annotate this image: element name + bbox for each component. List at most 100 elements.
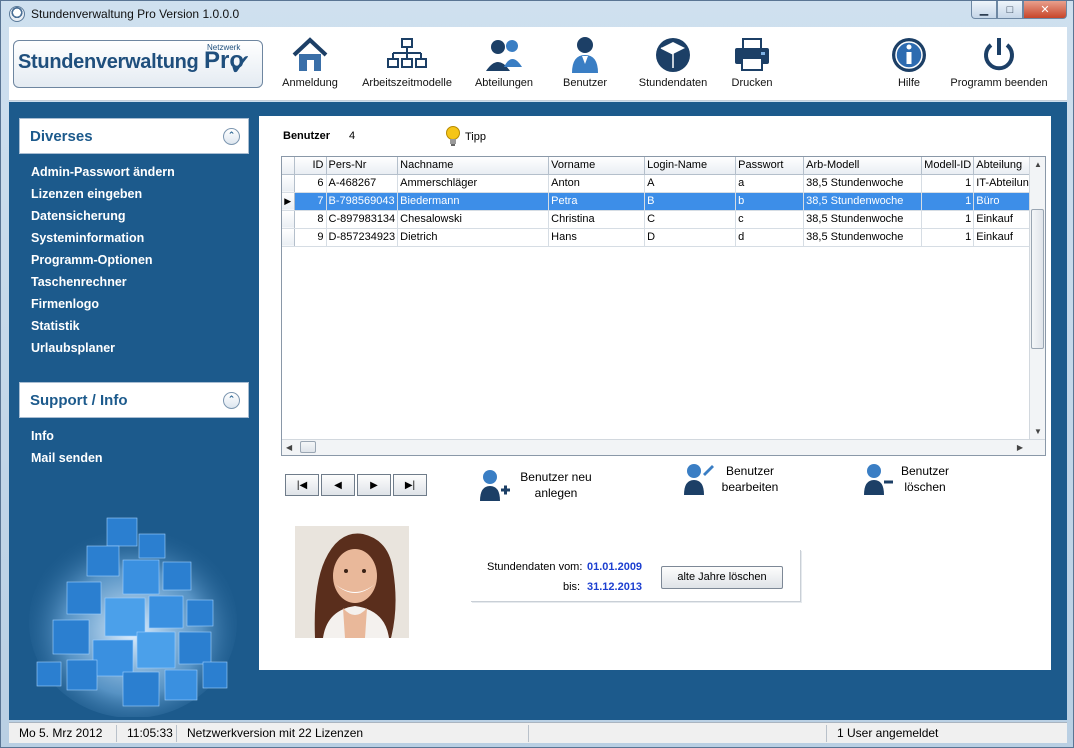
cell-modell-id[interactable]: 1: [921, 228, 975, 247]
collapse-chevron-icon[interactable]: ⌃: [223, 128, 240, 145]
app-clock-icon[interactable]: [9, 6, 25, 22]
scroll-left-icon[interactable]: ◀: [286, 443, 292, 452]
cell-arb-modell[interactable]: 38,5 Stundenwoche: [803, 210, 923, 229]
menu-item-lizenzen[interactable]: Lizenzen eingeben: [31, 183, 175, 205]
cell-login-name[interactable]: C: [644, 210, 737, 229]
cell-abteilung[interactable]: Einkauf: [973, 228, 1038, 247]
menu-item-taschenrechner[interactable]: Taschenrechner: [31, 271, 175, 293]
col-header-abteilung[interactable]: Abteilung: [973, 157, 1038, 175]
vertical-scrollbar[interactable]: ▲ ▼: [1029, 157, 1045, 439]
col-header-modell-id[interactable]: Modell-ID: [921, 157, 975, 175]
cell-arb-modell[interactable]: 38,5 Stundenwoche: [803, 228, 923, 247]
panel-header-support[interactable]: Support / Info ⌃: [19, 382, 249, 418]
menu-item-info[interactable]: Info: [31, 425, 103, 447]
table-row[interactable]: 9 D-857234923 Dietrich Hans D d 38,5 Stu…: [282, 228, 1038, 247]
toolbar-programm-beenden[interactable]: Programm beenden: [949, 35, 1049, 89]
cell-passwort[interactable]: c: [735, 210, 805, 229]
cell-passwort[interactable]: b: [735, 192, 805, 211]
toolbar-benutzer[interactable]: Benutzer: [554, 35, 616, 89]
cell-arb-modell[interactable]: 38,5 Stundenwoche: [803, 174, 923, 193]
row-header[interactable]: [282, 210, 295, 229]
minimize-button[interactable]: ▁: [971, 1, 997, 19]
menu-item-firmenlogo[interactable]: Firmenlogo: [31, 293, 175, 315]
col-header-id[interactable]: ID: [294, 157, 327, 175]
status-date: Mo 5. Mrz 2012: [9, 725, 117, 742]
menu-item-datensicherung[interactable]: Datensicherung: [31, 205, 175, 227]
new-user-button[interactable]: Benutzer neu anlegen: [479, 468, 601, 502]
cell-vorname[interactable]: Anton: [548, 174, 646, 193]
cell-passwort[interactable]: d: [735, 228, 805, 247]
col-header-arb-modell[interactable]: Arb-Modell: [803, 157, 923, 175]
cell-pers-nr[interactable]: C-897983134: [326, 210, 399, 229]
cell-passwort[interactable]: a: [735, 174, 805, 193]
col-header-vorname[interactable]: Vorname: [548, 157, 646, 175]
menu-item-urlaubsplaner[interactable]: Urlaubsplaner: [31, 337, 175, 359]
first-record-button[interactable]: |◀: [285, 474, 319, 496]
toolbar-stundendaten[interactable]: Stundendaten: [631, 35, 715, 89]
menu-item-programm-optionen[interactable]: Programm-Optionen: [31, 249, 175, 271]
delete-old-years-button[interactable]: alte Jahre löschen: [661, 566, 783, 589]
horizontal-scroll-thumb[interactable]: [300, 441, 316, 453]
cell-id[interactable]: 7: [294, 192, 327, 211]
cell-id[interactable]: 8: [294, 210, 327, 229]
table-row-selected[interactable]: ▶ 7 B-798569043 Biedermann Petra B b 38,…: [282, 192, 1038, 211]
toolbar-abteilungen[interactable]: Abteilungen: [469, 35, 539, 89]
cell-nachname[interactable]: Chesalowski: [397, 210, 550, 229]
menu-item-admin-passwort[interactable]: Admin-Passwort ändern: [31, 161, 175, 183]
delete-user-button[interactable]: Benutzer löschen: [863, 462, 955, 496]
col-header-pers-nr[interactable]: Pers-Nr: [326, 157, 399, 175]
tipp-link[interactable]: Tipp: [445, 126, 486, 148]
collapse-chevron-icon[interactable]: ⌃: [223, 392, 240, 409]
cell-vorname[interactable]: Petra: [548, 192, 646, 211]
cell-abteilung[interactable]: IT-Abteilung: [973, 174, 1038, 193]
scroll-up-icon[interactable]: ▲: [1034, 160, 1042, 169]
cell-modell-id[interactable]: 1: [921, 210, 975, 229]
vertical-scroll-thumb[interactable]: [1031, 209, 1044, 349]
cell-nachname[interactable]: Biedermann: [397, 192, 550, 211]
cell-login-name[interactable]: B: [644, 192, 737, 211]
cell-pers-nr[interactable]: D-857234923: [326, 228, 399, 247]
maximize-button[interactable]: □: [997, 1, 1023, 19]
cell-abteilung[interactable]: Einkauf: [973, 210, 1038, 229]
scroll-down-icon[interactable]: ▼: [1034, 427, 1042, 436]
next-record-button[interactable]: ▶: [357, 474, 391, 496]
panel-header-diverses[interactable]: Diverses ⌃: [19, 118, 249, 154]
cell-login-name[interactable]: D: [644, 228, 737, 247]
toolbar-arbeitszeitmodelle[interactable]: Arbeitszeitmodelle: [361, 35, 453, 89]
cell-pers-nr[interactable]: A-468267: [326, 174, 399, 193]
scroll-right-icon[interactable]: ▶: [1017, 443, 1023, 452]
cell-nachname[interactable]: Ammerschläger: [397, 174, 550, 193]
col-header-login-name[interactable]: Login-Name: [644, 157, 737, 175]
toolbar-drucken[interactable]: Drucken: [725, 35, 779, 89]
last-record-button[interactable]: ▶|: [393, 474, 427, 496]
toolbar-anmeldung[interactable]: Anmeldung: [275, 35, 345, 89]
user-photo: [295, 526, 409, 638]
cell-vorname[interactable]: Christina: [548, 210, 646, 229]
row-header[interactable]: [282, 228, 295, 247]
horizontal-scrollbar[interactable]: ◀ ▶: [282, 439, 1045, 455]
row-selector-arrow-icon[interactable]: ▶: [282, 192, 295, 211]
cell-vorname[interactable]: Hans: [548, 228, 646, 247]
benutzer-table[interactable]: ID Pers-Nr Nachname Vorname Login-Name P…: [281, 156, 1046, 456]
row-header[interactable]: [282, 174, 295, 193]
toolbar-hilfe[interactable]: Hilfe: [887, 35, 931, 89]
cell-abteilung[interactable]: Büro: [973, 192, 1038, 211]
menu-item-statistik[interactable]: Statistik: [31, 315, 175, 337]
previous-record-button[interactable]: ◀: [321, 474, 355, 496]
cell-modell-id[interactable]: 1: [921, 174, 975, 193]
col-header-passwort[interactable]: Passwort: [735, 157, 805, 175]
col-header-nachname[interactable]: Nachname: [397, 157, 550, 175]
menu-item-systeminformation[interactable]: Systeminformation: [31, 227, 175, 249]
cell-id[interactable]: 9: [294, 228, 327, 247]
close-button[interactable]: ✕: [1023, 1, 1067, 19]
cell-login-name[interactable]: A: [644, 174, 737, 193]
cell-id[interactable]: 6: [294, 174, 327, 193]
cell-pers-nr[interactable]: B-798569043: [326, 192, 399, 211]
table-row[interactable]: 8 C-897983134 Chesalowski Christina C c …: [282, 210, 1038, 229]
table-row[interactable]: 6 A-468267 Ammerschläger Anton A a 38,5 …: [282, 174, 1038, 193]
menu-item-mail-senden[interactable]: Mail senden: [31, 447, 103, 469]
cell-arb-modell[interactable]: 38,5 Stundenwoche: [803, 192, 923, 211]
cell-nachname[interactable]: Dietrich: [397, 228, 550, 247]
edit-user-button[interactable]: Benutzer bearbeiten: [683, 462, 785, 496]
cell-modell-id[interactable]: 1: [921, 192, 975, 211]
